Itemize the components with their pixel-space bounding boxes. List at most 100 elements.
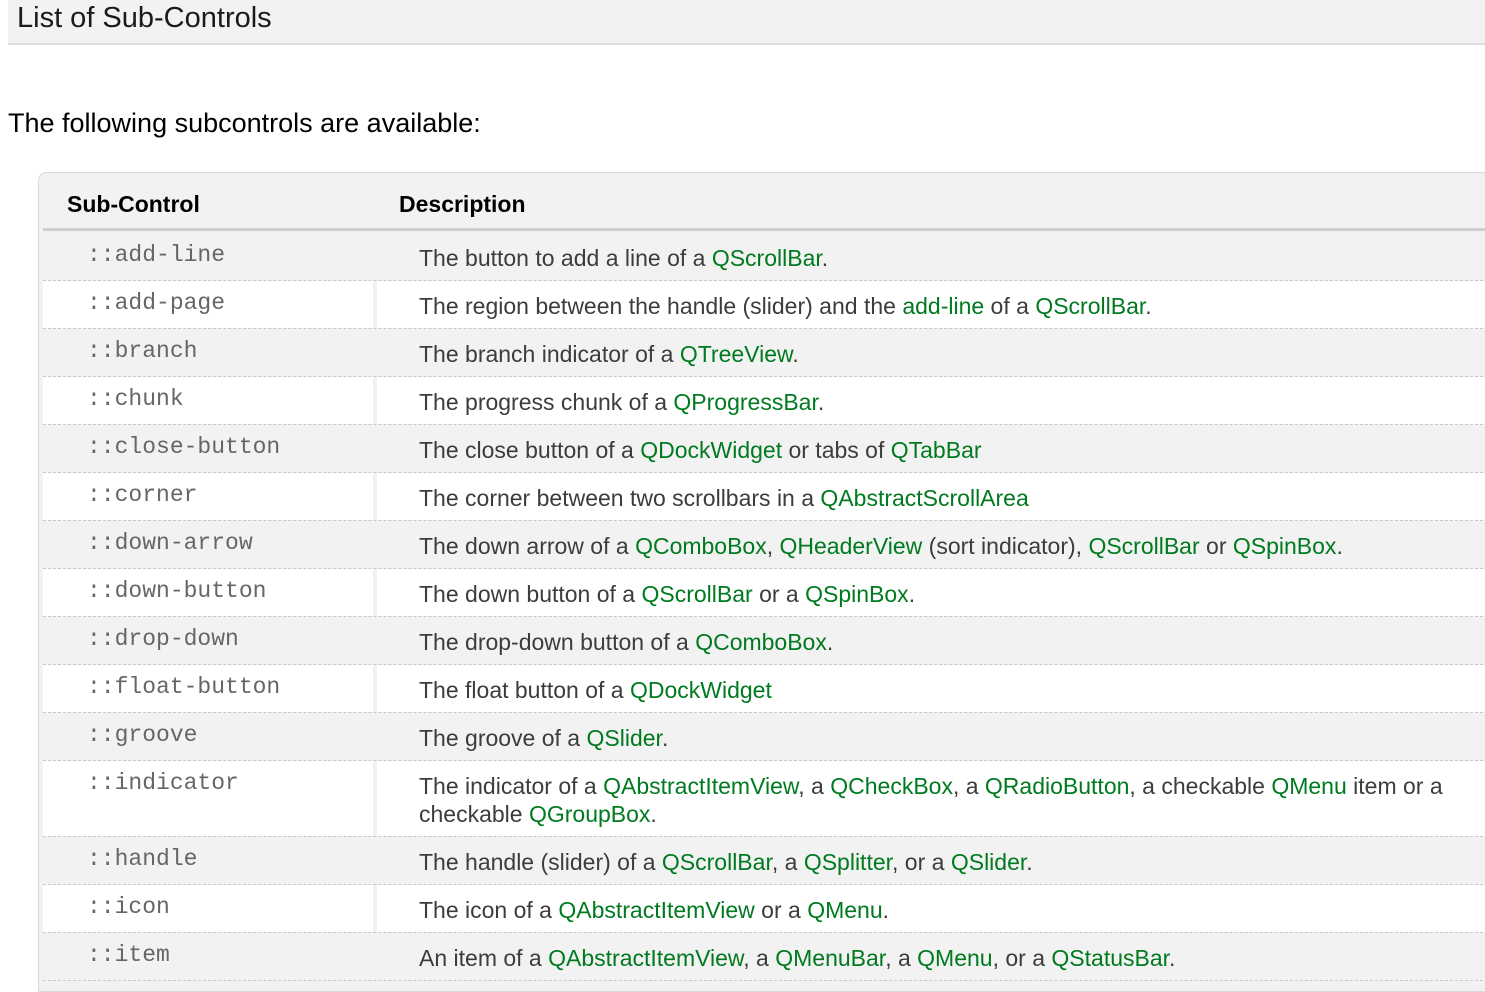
- class-link[interactable]: QTreeView: [680, 341, 793, 367]
- sub-control-cell: ::indicator: [43, 761, 373, 836]
- description-fragment: The corner between two scrollbars in a: [419, 485, 821, 511]
- description-fragment: The groove of a: [419, 725, 587, 751]
- description-cell: The down button of a QScrollBar or a QSp…: [377, 569, 1485, 616]
- table-row: ::add-page The region between the handle …: [43, 281, 1485, 329]
- class-link[interactable]: QSlider: [951, 849, 1026, 875]
- intro-text: The following subcontrols are available:: [8, 108, 481, 138]
- description-text: An item of a QAbstractItemView, a QMenuB…: [419, 944, 1473, 972]
- sub-control-name: ::branch: [87, 338, 198, 364]
- class-link[interactable]: QMenu: [807, 897, 882, 923]
- class-link[interactable]: QSlider: [587, 725, 662, 751]
- class-link[interactable]: QComboBox: [695, 629, 827, 655]
- class-link[interactable]: QSplitter: [804, 849, 892, 875]
- description-fragment: .: [821, 245, 829, 271]
- sub-control-cell: ::float-button: [43, 665, 373, 712]
- description-fragment: An item of a: [419, 945, 549, 971]
- sub-control-cell: ::icon: [43, 885, 373, 932]
- sub-control-name: ::indicator: [87, 770, 239, 796]
- class-link[interactable]: add-line: [902, 293, 984, 319]
- sub-control-cell: ::down-arrow: [43, 521, 373, 568]
- description-text: The region between the handle (slider) a…: [419, 292, 1473, 320]
- table-row: ::close-button The close button of a QDoc…: [43, 425, 1485, 473]
- description-fragment: , a: [743, 945, 776, 971]
- section-header: List of Sub-Controls: [8, 0, 1485, 45]
- description-fragment: The icon of a: [419, 897, 559, 923]
- sub-control-cell: ::groove: [43, 713, 373, 760]
- description-fragment: The down arrow of a: [419, 533, 636, 559]
- class-link[interactable]: QTabBar: [891, 437, 982, 463]
- description-cell: The corner between two scrollbars in a Q…: [377, 473, 1485, 520]
- class-link[interactable]: QComboBox: [635, 533, 767, 559]
- sub-control-name: ::add-line: [87, 242, 226, 268]
- class-link[interactable]: QProgressBar: [673, 389, 817, 415]
- class-link[interactable]: QAbstractItemView: [603, 773, 798, 799]
- sub-control-name: ::corner: [87, 482, 198, 508]
- sub-control-name: ::drop-down: [87, 626, 239, 652]
- class-link[interactable]: QDockWidget: [640, 437, 782, 463]
- class-link[interactable]: QScrollBar: [1035, 293, 1145, 319]
- class-link[interactable]: QScrollBar: [642, 581, 753, 607]
- table-row: ::handle The handle (slider) of a QScroll…: [43, 837, 1485, 885]
- description-fragment: or a: [754, 897, 808, 923]
- description-fragment: or tabs of: [782, 437, 891, 463]
- description-cell: The button to add a line of a QScrollBar…: [377, 233, 1485, 280]
- table-row: ::add-line The button to add a line of a …: [43, 233, 1485, 281]
- description-text: The button to add a line of a QScrollBar…: [419, 244, 1473, 272]
- header-description: Description: [399, 191, 526, 217]
- description-text: The close button of a QDockWidget or tab…: [419, 436, 1473, 464]
- class-link[interactable]: QAbstractItemView: [558, 897, 754, 923]
- class-link[interactable]: QMenuBar: [775, 945, 885, 971]
- description-fragment: The close button of a: [419, 437, 641, 463]
- subcontrols-table: Sub-Control Description ::add-line The bu…: [38, 172, 1485, 992]
- description-cell: The groove of a QSlider.: [377, 713, 1485, 760]
- description-fragment: .: [826, 629, 834, 655]
- description-cell: The float button of a QDockWidget: [377, 665, 1485, 712]
- description-fragment: (sort indicator),: [922, 533, 1089, 559]
- description-fragment: , a: [798, 773, 831, 799]
- class-link[interactable]: QScrollBar: [712, 245, 822, 271]
- table-row: ::indicator The indicator of a QAbstractI…: [43, 761, 1485, 837]
- sub-control-name: ::down-button: [87, 578, 267, 604]
- description-cell: An item of a QAbstractItemView, a QMenuB…: [377, 933, 1485, 980]
- description-fragment: , a: [771, 849, 804, 875]
- description-cell: The close button of a QDockWidget or tab…: [377, 425, 1485, 472]
- class-link[interactable]: QStatusBar: [1051, 945, 1169, 971]
- description-fragment: , a: [952, 773, 985, 799]
- description-fragment: The progress chunk of a: [419, 389, 674, 415]
- class-link[interactable]: QScrollBar: [1088, 533, 1199, 559]
- sub-control-cell: ::add-page: [43, 281, 373, 328]
- description-text: The corner between two scrollbars in a Q…: [419, 484, 1473, 512]
- sub-control-cell: ::close-button: [43, 425, 373, 472]
- description-cell: The drop-down button of a QComboBox.: [377, 617, 1485, 664]
- class-link[interactable]: QMenu: [917, 945, 992, 971]
- description-fragment: The float button of a: [419, 677, 630, 703]
- section-title: List of Sub-Controls: [17, 2, 272, 34]
- description-text: The icon of a QAbstractItemView or a QMe…: [419, 896, 1473, 924]
- description-fragment: or a: [752, 581, 806, 607]
- class-link[interactable]: QAbstractScrollArea: [820, 485, 1028, 511]
- description-cell: The region between the handle (slider) a…: [377, 281, 1485, 328]
- description-fragment: .: [908, 581, 916, 607]
- class-link[interactable]: QHeaderView: [780, 533, 923, 559]
- table-row: ::down-arrow The down arrow of a QComboBo…: [43, 521, 1485, 569]
- description-fragment: .: [817, 389, 825, 415]
- description-text: The indicator of a QAbstractItemView , a …: [419, 772, 1473, 828]
- class-link[interactable]: QMenu: [1271, 773, 1346, 799]
- sub-control-name: ::add-page: [87, 290, 226, 316]
- class-link[interactable]: QDockWidget: [630, 677, 772, 703]
- sub-control-cell: ::item: [43, 933, 373, 980]
- description-fragment: .: [1169, 945, 1176, 971]
- class-link[interactable]: QSpinBox: [1233, 533, 1337, 559]
- class-link[interactable]: QSpinBox: [805, 581, 909, 607]
- description-text: The handle (slider) of a QScrollBar, a Q…: [419, 848, 1473, 876]
- class-link[interactable]: QGroupBox: [529, 801, 650, 827]
- description-fragment: .: [792, 341, 799, 367]
- sub-control-name: ::close-button: [87, 434, 281, 460]
- class-link[interactable]: QRadioButton: [985, 773, 1129, 799]
- table-row: ::float-button The float button of a QDoc…: [43, 665, 1485, 713]
- class-link[interactable]: QScrollBar: [662, 849, 772, 875]
- class-link[interactable]: QCheckBox: [830, 773, 953, 799]
- class-link[interactable]: QAbstractItemView: [548, 945, 743, 971]
- description-text: The drop-down button of a QComboBox.: [419, 628, 1473, 656]
- sub-control-cell: ::add-line: [43, 233, 373, 280]
